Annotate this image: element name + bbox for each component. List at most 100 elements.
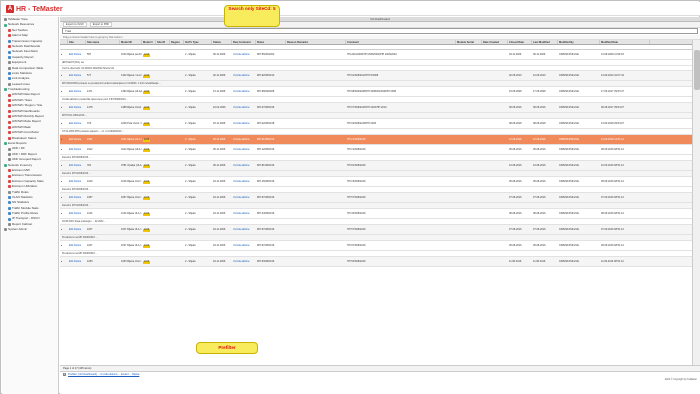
- row-expand-icon[interactable]: ▸: [61, 53, 62, 56]
- table-row[interactable]: ▸ Edit Delete373 1008 Pula ULA1 / 1 PLA ..…: [60, 119, 692, 129]
- column-header[interactable]: Modem Serial: [456, 40, 482, 44]
- req-comment-cell: MH-97/08/2016: [257, 244, 275, 247]
- status-link[interactable]: Izvrsila aktivira: [232, 74, 256, 77]
- column-header[interactable]: Last Modified: [532, 40, 558, 44]
- tree-node-icon: [8, 169, 11, 173]
- clear-filter-icon[interactable]: ×: [63, 373, 66, 376]
- table-row[interactable]: ▸ Edit Delete577 1402 Rijeka / uLA / 1 MO …: [60, 71, 692, 81]
- column-header[interactable]: Oc/Tc Type: [184, 40, 212, 44]
- column-header[interactable]: Req Comment: [232, 40, 256, 44]
- column-header[interactable]: Model ID: [120, 40, 142, 44]
- status-link[interactable]: Izvrsila aktivira: [232, 260, 256, 263]
- search-input[interactable]: Trad: [62, 28, 698, 34]
- column-header[interactable]: Closed Date: [508, 40, 532, 44]
- row-expand-icon[interactable]: ▸: [61, 212, 62, 215]
- status-link[interactable]: Izvrsila aktivira: [232, 148, 256, 151]
- sidebar-tree[interactable]: TeMaster View Network Resources Net Toolbo…: [2, 17, 59, 394]
- notes-cell: HH 21/S08/2016: [347, 138, 366, 141]
- row-edit-link[interactable]: Edit Delete: [68, 106, 86, 109]
- column-header[interactable]: Site ID: [156, 40, 170, 44]
- grid-cell: ▸: [60, 260, 68, 263]
- table-row[interactable]: ▸ Edit Delete1612 1612 Rijeka (ULA / 3m) .…: [60, 145, 692, 155]
- status-link[interactable]: Izvrsila aktivira: [232, 212, 256, 215]
- export-pdf-button[interactable]: Export to PDF: [89, 22, 113, 27]
- column-header[interactable]: Modified By: [558, 40, 600, 44]
- tree-node-icon: [8, 39, 11, 43]
- row-edit-link[interactable]: Edit Delete: [68, 260, 86, 263]
- row-edit-link[interactable]: Edit Delete: [68, 244, 86, 247]
- tree-node-icon: [8, 179, 11, 183]
- row-expand-icon[interactable]: ▸: [61, 244, 62, 247]
- model-badge-label: 2249: [143, 228, 151, 232]
- row-edit-link[interactable]: Edit Delete: [68, 228, 86, 231]
- row-edit-link[interactable]: Edit Delete: [68, 196, 86, 199]
- table-row[interactable]: ▸ Edit Delete1478 1488 Rijeka ULA1 / 3m / …: [60, 103, 692, 113]
- column-header[interactable]: Notes: [256, 40, 286, 44]
- scrollbar-thumb[interactable]: [694, 50, 700, 90]
- table-row[interactable]: ▸ Edit Delete1197 1197 Rijeka ULA / 3m ...…: [60, 241, 692, 251]
- table-row[interactable]: ▸ Edit Delete1057 1057 Rijeka ULA / 3m ...…: [60, 193, 692, 203]
- table-row[interactable]: ▸ Edit Delete1253 1253 Rijeka ULA / 3m ...…: [60, 257, 692, 267]
- column-header[interactable]: Status: [212, 40, 232, 44]
- row-edit-link[interactable]: Edit Delete: [68, 164, 86, 167]
- row-expand-icon[interactable]: ▸: [61, 122, 62, 125]
- status-link[interactable]: Izvrsila aktivira: [232, 180, 256, 183]
- row-expand-icon[interactable]: ▸: [61, 164, 62, 167]
- row-edit-link[interactable]: Edit Delete: [68, 74, 86, 77]
- row-expand-icon[interactable]: ▸: [61, 106, 62, 109]
- status-link[interactable]: Izvrsila aktivira: [232, 244, 256, 247]
- column-header[interactable]: Reason Remarks: [286, 40, 346, 44]
- req-comment-cell: MH-16/08/2016: [257, 180, 275, 183]
- row-edit-link[interactable]: Edit Delete: [68, 53, 86, 56]
- vertical-scrollbar[interactable]: [692, 40, 700, 365]
- column-header[interactable]: Region: [170, 40, 184, 44]
- row-edit-link[interactable]: Edit Delete: [68, 148, 86, 151]
- row-expand-icon[interactable]: ▸: [61, 180, 62, 183]
- tree-node-icon: [8, 158, 11, 162]
- row-edit-link[interactable]: Edit Delete: [68, 90, 86, 93]
- modified-by-cell: CRIMSKI/SILVIJE: [559, 244, 579, 247]
- site-cell: 1521: [87, 138, 93, 141]
- table-row[interactable]: ▸ Edit Delete1471 1490 Rijeka (ULA4 / 3m) …: [60, 87, 692, 97]
- table-row[interactable]: ▸ Edit Delete781 0781 Opatija (ULA / 3m) .…: [60, 161, 692, 171]
- table-row[interactable]: ▸ Edit Delete1521 1521 Rijeka (ULA / 3m) .…: [60, 135, 692, 145]
- status-link[interactable]: Izvrsila aktivira: [232, 164, 256, 167]
- status-link[interactable]: Izvrsila aktivira: [232, 228, 256, 231]
- row-expand-icon[interactable]: ▸: [61, 74, 62, 77]
- status-link[interactable]: Izvrsila aktivira: [232, 53, 256, 56]
- status-link[interactable]: Izvrsila aktivira: [232, 106, 256, 109]
- row-expand-icon[interactable]: ▸: [61, 90, 62, 93]
- tree-node-icon: [8, 217, 11, 221]
- row-edit-link[interactable]: Edit Delete: [68, 212, 86, 215]
- column-header[interactable]: Modified Date: [600, 40, 650, 44]
- status-link[interactable]: Izvrsila aktivira: [232, 196, 256, 199]
- row-expand-icon[interactable]: ▸: [61, 228, 62, 231]
- region-cell: 2 - Rijeka: [185, 148, 196, 151]
- row-edit-link[interactable]: Edit Delete: [68, 122, 86, 125]
- app-logo[interactable]: A HR - TeMaster: [6, 4, 63, 14]
- column-header[interactable]: [60, 40, 68, 44]
- export-xlsx-button[interactable]: Export to XLSX: [63, 22, 87, 27]
- column-header[interactable]: Date Created: [482, 40, 508, 44]
- row-edit-link[interactable]: Edit Delete: [68, 138, 86, 141]
- table-row[interactable]: ▸ Edit Delete1134 1134 Rijeka ULA / 3m ...…: [60, 209, 692, 219]
- column-header[interactable]: Site name: [86, 40, 120, 44]
- status-link[interactable]: Izvrsila aktivira: [232, 90, 256, 93]
- column-header[interactable]: Model #: [142, 40, 156, 44]
- row-expand-icon[interactable]: ▸: [61, 260, 62, 263]
- row-expand-icon[interactable]: ▸: [61, 138, 62, 141]
- table-row[interactable]: ▸ Edit Delete1157 1157 Rijeka ULA / 3m ...…: [60, 225, 692, 235]
- model-badge: 2249: [142, 148, 156, 152]
- prefilter-link[interactable]: Prefilter: [Vol Dashboard] ... Izvrsila …: [68, 373, 139, 376]
- table-row[interactable]: ▸ Edit Delete557 1040 Rijeka (uLA3 / 3m) /…: [60, 50, 692, 60]
- row-expand-icon[interactable]: ▸: [61, 196, 62, 199]
- tree-node-icon: [8, 109, 11, 113]
- status-link[interactable]: Izvrsila aktivira: [232, 138, 256, 141]
- column-header[interactable]: Site: [68, 40, 86, 44]
- sidebar-item[interactable]: System Admin: [2, 227, 58, 232]
- table-row[interactable]: ▸ Edit Delete1016 1016 Rijeka ULA / 3m ...…: [60, 177, 692, 187]
- status-link[interactable]: Izvrsila aktivira: [232, 122, 256, 125]
- column-header[interactable]: Comment: [346, 40, 456, 44]
- row-expand-icon[interactable]: ▸: [61, 148, 62, 151]
- row-edit-link[interactable]: Edit Delete: [68, 180, 86, 183]
